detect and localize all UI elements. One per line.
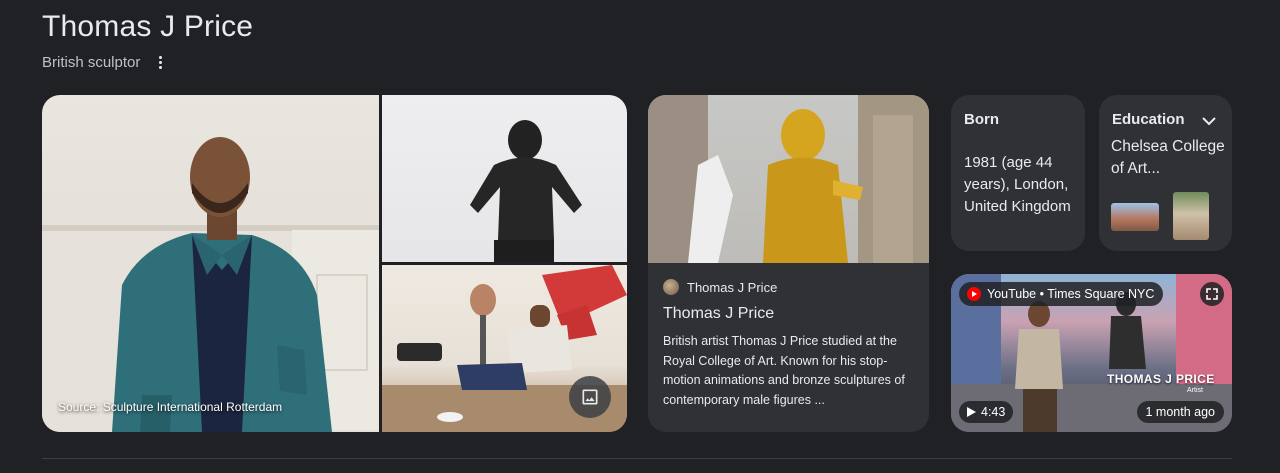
video-card[interactable]: YouTube • Times Square NYC THOMAS J PRIC…	[951, 274, 1232, 432]
article-title[interactable]: Thomas J Price	[663, 305, 914, 323]
video-source: YouTube • Times Square NYC	[987, 287, 1155, 301]
article-image	[648, 95, 929, 263]
article-snippet: British artist Thomas J Price studied at…	[663, 334, 905, 407]
education-thumbnail-2[interactable]	[1173, 192, 1209, 240]
expand-icon[interactable]	[1200, 282, 1224, 306]
subtitle: British sculptor	[42, 53, 141, 71]
page-title: Thomas J Price	[42, 10, 254, 43]
education-card[interactable]: Education Chelsea College of Art...	[1099, 95, 1232, 251]
chevron-down-icon[interactable]	[1202, 113, 1216, 131]
portrait-illustration	[42, 137, 379, 432]
education-thumbnail-1[interactable]	[1111, 203, 1159, 231]
article-source-name: Thomas J Price	[687, 279, 778, 295]
video-age: 1 month ago	[1145, 405, 1216, 419]
divider	[42, 458, 1232, 459]
article-card[interactable]: Thomas J Price Thomas J Price British ar…	[648, 95, 929, 432]
source-favicon-icon	[663, 279, 679, 295]
studio-image[interactable]	[382, 265, 627, 432]
born-card: Born 1981 (age 44 years), London, United…	[951, 95, 1085, 251]
play-icon	[967, 407, 976, 417]
image-icon[interactable]	[569, 376, 611, 418]
video-age-badge: 1 month ago	[1136, 401, 1224, 423]
education-label: Education	[1112, 111, 1185, 128]
sculpture-image[interactable]	[382, 95, 627, 262]
more-vert-icon[interactable]	[152, 52, 168, 72]
youtube-logo-icon	[967, 287, 981, 301]
video-overlay-subtitle: Artist	[1187, 387, 1203, 394]
video-duration-badge: 4:43	[959, 401, 1014, 423]
education-value[interactable]: Chelsea College of Art...	[1111, 136, 1226, 180]
video-duration: 4:43	[981, 405, 1006, 419]
article-body: Thomas J Price Thomas J Price British ar…	[663, 279, 914, 410]
born-value: 1981 (age 44 years), London, United King…	[964, 154, 1071, 215]
article-source-row: Thomas J Price	[663, 279, 914, 295]
sculpture-illustration	[470, 120, 582, 262]
video-source-badge: YouTube • Times Square NYC	[959, 282, 1164, 306]
subtitle-row: British sculptor	[42, 52, 168, 72]
image-source-caption: Source: Sculpture International Rotterda…	[58, 400, 283, 414]
golden-sculpture-illustration	[648, 95, 929, 263]
main-portrait-image[interactable]: Source: Sculpture International Rotterda…	[42, 95, 379, 432]
video-overlay-name: THOMAS J PRICE	[1107, 372, 1215, 386]
born-label: Born	[964, 111, 999, 128]
image-gallery: Source: Sculpture International Rotterda…	[42, 95, 627, 432]
